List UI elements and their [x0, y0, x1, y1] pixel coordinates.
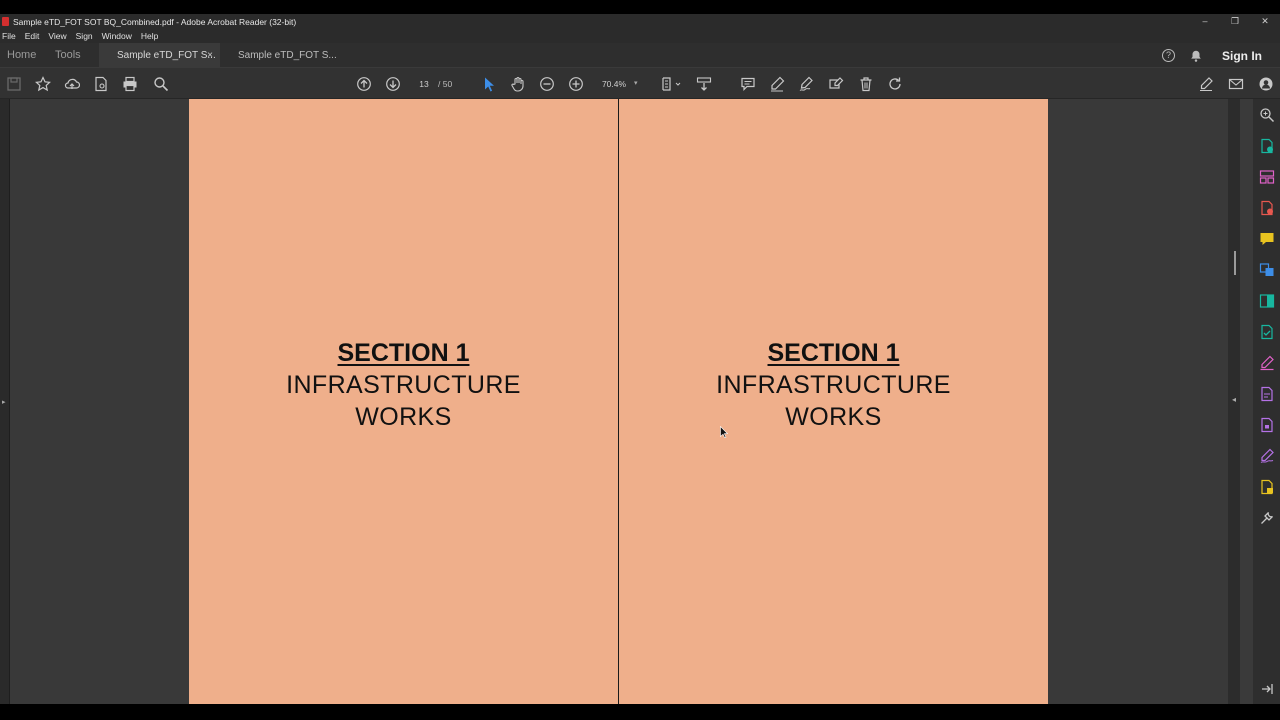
- vertical-scrollbar[interactable]: ◂: [1228, 99, 1240, 704]
- top-black-bar: [0, 0, 1280, 14]
- comment-tool-icon[interactable]: [1259, 231, 1275, 247]
- more-tools-icon[interactable]: [1259, 510, 1275, 526]
- expand-left-panel-icon[interactable]: ▸: [2, 398, 6, 406]
- zoom-out-icon[interactable]: [538, 75, 556, 93]
- edit-pdf-icon[interactable]: [1197, 75, 1215, 93]
- close-tab-icon[interactable]: ×: [207, 43, 213, 68]
- bookmark-star-icon[interactable]: [34, 75, 52, 93]
- print-icon[interactable]: [121, 75, 139, 93]
- menu-sign[interactable]: Sign: [76, 31, 93, 41]
- window-titlebar: Sample eTD_FOT SOT BQ_Combined.pdf - Ado…: [0, 14, 1280, 29]
- sign-in-button[interactable]: Sign In: [1222, 49, 1262, 63]
- section-subtitle-line2: WORKS: [355, 403, 452, 431]
- section-heading-block: SECTION 1 INFRASTRUCTURE WORKS: [189, 337, 618, 433]
- account-tools: ? Sign In: [1162, 43, 1280, 68]
- scan-ocr-icon[interactable]: [1259, 324, 1275, 340]
- tab-bar: Home Tools Sample eTD_FOT S... × Sample …: [0, 43, 1280, 68]
- window-controls: – ❐ ✕: [1190, 14, 1280, 29]
- protect-pdf-icon[interactable]: [1259, 417, 1275, 433]
- zoom-in-icon[interactable]: [567, 75, 585, 93]
- expand-panel-icon[interactable]: [1259, 681, 1275, 697]
- document-tab-label: Sample eTD_FOT S...: [117, 50, 216, 61]
- hand-tool-icon[interactable]: [509, 75, 527, 93]
- zoom-dropdown-icon[interactable]: ▾: [634, 77, 638, 91]
- delete-icon[interactable]: [857, 75, 875, 93]
- page-display-icon[interactable]: [659, 75, 683, 93]
- tab-home[interactable]: Home: [7, 43, 36, 68]
- close-window-button[interactable]: ✕: [1250, 14, 1280, 29]
- section-heading-block: SECTION 1 INFRASTRUCTURE WORKS: [619, 337, 1048, 433]
- menu-bar: File Edit View Sign Window Help: [0, 29, 1280, 43]
- search-icon[interactable]: [152, 75, 170, 93]
- scroll-mode-icon[interactable]: [695, 75, 713, 93]
- email-icon[interactable]: [1227, 75, 1245, 93]
- bottom-black-bar: [0, 704, 1280, 720]
- section-subtitle-line1: INFRASTRUCTURE: [716, 371, 951, 399]
- scrollbar-thumb[interactable]: [1234, 251, 1236, 275]
- section-subtitle-line2: WORKS: [785, 403, 882, 431]
- organize-pages-icon[interactable]: [1259, 169, 1275, 185]
- pdf-page-right: SECTION 1 INFRASTRUCTURE WORKS: [619, 99, 1048, 704]
- menu-file[interactable]: File: [2, 31, 16, 41]
- menu-view[interactable]: View: [48, 31, 66, 41]
- menu-edit[interactable]: Edit: [25, 31, 40, 41]
- zoom-search-icon[interactable]: [1259, 107, 1275, 123]
- previous-page-icon[interactable]: [355, 75, 373, 93]
- menu-help[interactable]: Help: [141, 31, 158, 41]
- tab-tools[interactable]: Tools: [55, 43, 81, 68]
- help-icon[interactable]: ?: [1162, 49, 1175, 62]
- section-subtitle-line1: INFRASTRUCTURE: [286, 371, 521, 399]
- document-tab-active[interactable]: Sample eTD_FOT S... ×: [99, 43, 220, 68]
- next-page-icon[interactable]: [384, 75, 402, 93]
- right-panel-gutter: [1240, 99, 1253, 704]
- left-panel-toggle-strip[interactable]: ▸: [0, 99, 10, 704]
- right-tools-panel: [1253, 99, 1280, 704]
- fill-sign-icon[interactable]: [827, 75, 845, 93]
- document-tab-label: Sample eTD_FOT S...: [238, 50, 337, 61]
- create-pdf-icon[interactable]: [1259, 138, 1275, 154]
- pdf-page-left: SECTION 1 INFRASTRUCTURE WORKS: [189, 99, 618, 704]
- certificate-sign-icon[interactable]: [1259, 448, 1275, 464]
- minimize-button[interactable]: –: [1190, 14, 1220, 29]
- save-icon[interactable]: [5, 75, 23, 93]
- page-total: / 50: [438, 79, 453, 89]
- maximize-button[interactable]: ❐: [1220, 14, 1250, 29]
- comment-icon[interactable]: [739, 75, 757, 93]
- select-cursor-icon[interactable]: [480, 75, 498, 93]
- acrobat-app-icon: [2, 17, 9, 26]
- zoom-level-field[interactable]: 70.4%: [600, 77, 628, 91]
- combine-files-icon[interactable]: [1259, 262, 1275, 278]
- send-for-review-icon[interactable]: [1259, 479, 1275, 495]
- section-title: SECTION 1: [337, 339, 470, 367]
- export-pdf-icon[interactable]: [1259, 200, 1275, 216]
- main-toolbar: 13 / 50 70.4% ▾: [0, 68, 1280, 99]
- cloud-upload-icon[interactable]: [63, 75, 81, 93]
- notification-bell-icon[interactable]: [1189, 49, 1203, 63]
- menu-window[interactable]: Window: [102, 31, 132, 41]
- request-signatures-icon[interactable]: [1259, 386, 1275, 402]
- fill-and-sign-icon[interactable]: [1259, 355, 1275, 371]
- edit-pdf-tool-icon[interactable]: [1259, 293, 1275, 309]
- section-title: SECTION 1: [767, 339, 900, 367]
- highlight-pen-icon[interactable]: [768, 75, 786, 93]
- collapse-right-panel-icon[interactable]: ◂: [1232, 395, 1236, 404]
- mouse-pointer-icon: [720, 426, 728, 438]
- share-user-icon[interactable]: [1257, 75, 1275, 93]
- document-tab[interactable]: Sample eTD_FOT S...: [220, 43, 340, 68]
- document-canvas[interactable]: SECTION 1 INFRASTRUCTURE WORKS SECTION 1…: [10, 99, 1228, 704]
- sign-pen-icon[interactable]: [797, 75, 815, 93]
- page-number-input[interactable]: 13: [412, 77, 436, 91]
- window-title: Sample eTD_FOT SOT BQ_Combined.pdf - Ado…: [13, 16, 297, 27]
- rotate-icon[interactable]: [886, 75, 904, 93]
- file-search-icon[interactable]: [92, 75, 110, 93]
